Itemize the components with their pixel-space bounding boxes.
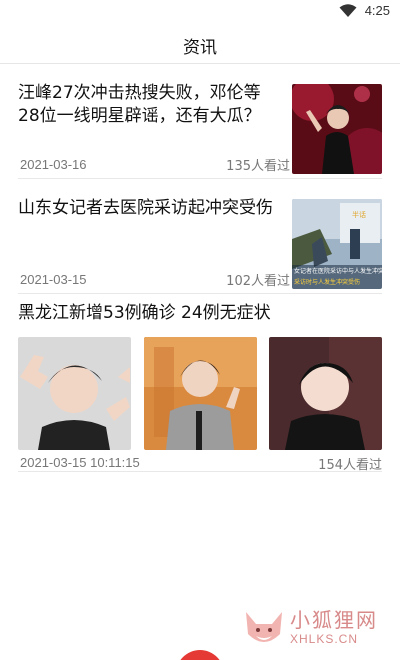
news-image[interactable] xyxy=(269,337,382,450)
thumb-caption-2: 采访时与人发生冲突受伤 xyxy=(294,278,360,286)
page-title: 资讯 xyxy=(183,38,217,58)
news-date: 2021-03-15 10:11:15 xyxy=(20,455,140,470)
news-thumbnail[interactable]: 半话 女记者在医院采访中与人发生冲突 采访时与人发生冲突受伤 xyxy=(292,199,382,289)
news-views: 102人看过 xyxy=(226,274,290,289)
news-views: 135人看过 xyxy=(226,159,290,174)
news-views: 154人看过 xyxy=(318,458,382,473)
status-bar: 4:25 xyxy=(0,0,400,24)
thumb-caption-1: 女记者在医院采访中与人发生冲突 xyxy=(294,267,382,275)
wifi-icon xyxy=(339,3,357,18)
news-thumbnail[interactable] xyxy=(292,84,382,174)
watermark: 小狐狸网 XHLKS.CN xyxy=(242,602,392,654)
news-item[interactable]: 黑龙江新增53例确诊 24例无症状 2021-03-15 10:11:15 15… xyxy=(18,294,382,473)
status-time: 4:25 xyxy=(364,3,390,18)
news-date: 2021-03-16 xyxy=(20,157,87,172)
status-icons: 4:25 xyxy=(339,3,390,18)
news-title[interactable]: 汪峰27次冲击热搜失败，邓伦等28位一线明星辟谣，还有大瓜？ xyxy=(18,82,280,128)
news-item[interactable]: 汪峰27次冲击热搜失败，邓伦等28位一线明星辟谣，还有大瓜？ 2021-03-1… xyxy=(18,64,382,179)
app-bar: 资讯 xyxy=(0,24,400,64)
fox-logo-icon xyxy=(246,612,282,642)
news-date: 2021-03-15 xyxy=(20,272,87,287)
news-title[interactable]: 黑龙江新增53例确诊 24例无症状 xyxy=(18,302,382,325)
bottom-action-button[interactable] xyxy=(176,650,224,660)
news-title[interactable]: 山东女记者去医院采访起冲突受伤 xyxy=(18,197,280,220)
news-image[interactable] xyxy=(18,337,131,450)
watermark-domain: XHLKS.CN xyxy=(290,632,359,646)
news-image-row xyxy=(18,337,382,450)
news-item[interactable]: 山东女记者去医院采访起冲突受伤 半话 女记者在医院采访中与人发生冲突 采访时与人… xyxy=(18,179,382,294)
svg-text:半话: 半话 xyxy=(352,210,366,219)
news-list: 汪峰27次冲击热搜失败，邓伦等28位一线明星辟谣，还有大瓜？ 2021-03-1… xyxy=(0,64,400,473)
news-image[interactable] xyxy=(143,337,257,450)
watermark-text: 小狐狸网 xyxy=(290,608,378,632)
